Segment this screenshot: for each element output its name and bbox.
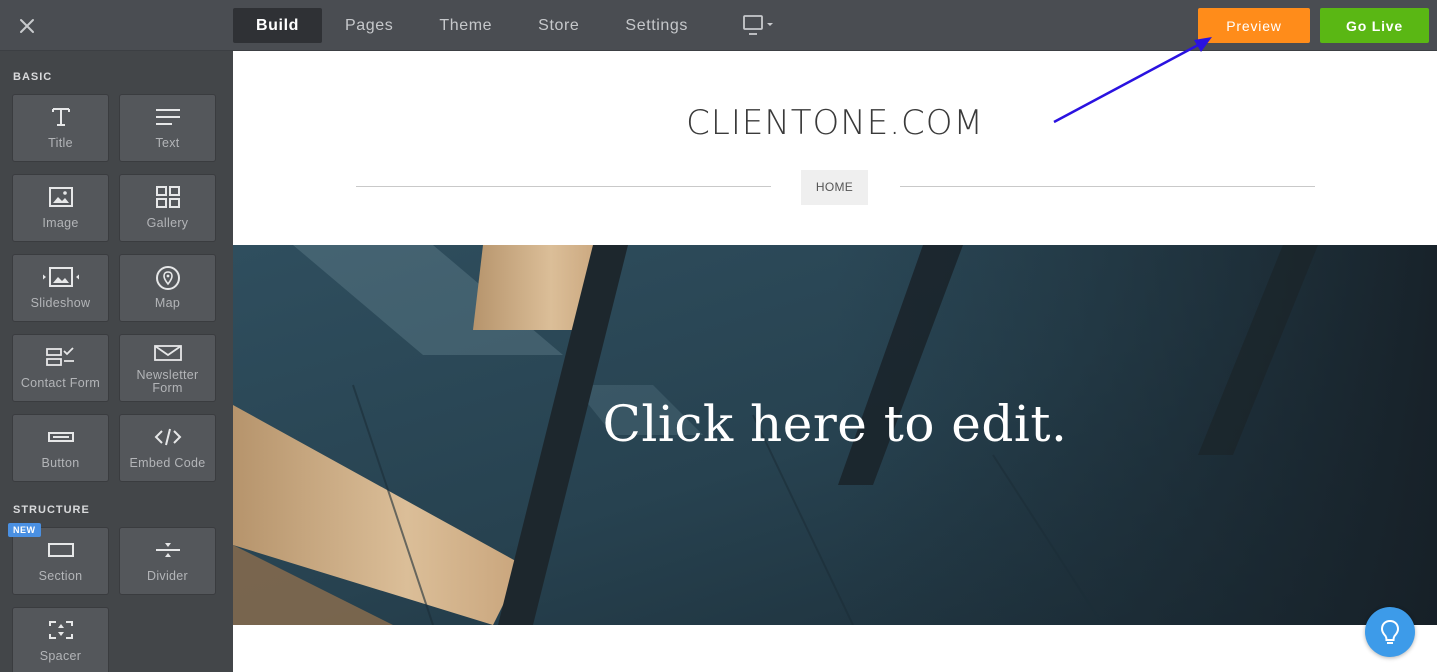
hero-banner[interactable]: Click here to edit. (233, 245, 1437, 625)
site-title[interactable]: CLIENTONE.COM (233, 103, 1437, 143)
element-map[interactable]: Map (119, 254, 216, 322)
button-icon (47, 432, 74, 442)
element-section[interactable]: Section (12, 527, 109, 595)
element-contact-form[interactable]: Contact Form (12, 334, 109, 402)
tab-settings[interactable]: Settings (602, 8, 711, 43)
element-label: Image (42, 216, 79, 230)
section-heading-basic: BASIC (13, 71, 53, 83)
element-label: Slideshow (30, 296, 91, 310)
tab-store[interactable]: Store (515, 8, 602, 43)
element-button[interactable]: Button (12, 414, 109, 482)
contact-form-icon (45, 347, 74, 366)
element-label: Gallery (146, 216, 189, 230)
element-gallery[interactable]: Gallery (119, 174, 216, 242)
tab-theme[interactable]: Theme (416, 8, 515, 43)
code-icon (154, 428, 181, 446)
element-slideshow[interactable]: Slideshow (12, 254, 109, 322)
element-label: Text (155, 136, 180, 150)
element-title[interactable]: Title (12, 94, 109, 162)
desktop-monitor-icon (743, 15, 773, 35)
lightbulb-icon (1380, 619, 1400, 644)
elements-sidebar: BASIC Title Text Image Gallery Slideshow… (0, 51, 233, 672)
envelope-icon (153, 345, 182, 361)
divider-icon (155, 543, 180, 557)
title-icon (51, 108, 70, 126)
site-canvas: CLIENTONE.COM HOME Click here to edit. (233, 51, 1437, 672)
go-live-button[interactable]: Go Live (1320, 8, 1429, 43)
gallery-grid-icon (155, 186, 180, 208)
element-label: Map (154, 296, 181, 310)
section-icon (47, 543, 74, 557)
element-label: Section (38, 569, 83, 583)
spacer-icon (48, 621, 73, 639)
text-lines-icon (155, 109, 180, 125)
element-label: Embed Code (129, 456, 206, 470)
close-editor-button[interactable] (14, 13, 40, 39)
element-divider[interactable]: Divider (119, 527, 216, 595)
element-text[interactable]: Text (119, 94, 216, 162)
element-label: Contact Form (20, 376, 101, 390)
slideshow-icon (42, 267, 79, 287)
element-label: Title (48, 136, 73, 150)
element-newsletter-form[interactable]: Newsletter Form (119, 334, 216, 402)
help-button[interactable] (1365, 607, 1415, 657)
tab-pages[interactable]: Pages (322, 8, 416, 43)
element-label: Button (41, 456, 80, 470)
nav-home-link[interactable]: HOME (801, 170, 868, 205)
element-label: Spacer (39, 649, 82, 663)
hero-heading[interactable]: Click here to edit. (233, 395, 1437, 453)
editor-tabs: Build Pages Theme Store Settings (233, 8, 711, 43)
image-icon (48, 187, 73, 207)
tab-build[interactable]: Build (233, 8, 322, 43)
element-embed-code[interactable]: Embed Code (119, 414, 216, 482)
editor-toolbar: Build Pages Theme Store Settings Preview… (0, 0, 1437, 51)
new-badge: NEW (8, 523, 41, 537)
element-label: Divider (147, 569, 188, 583)
element-spacer[interactable]: Spacer (12, 607, 109, 672)
section-heading-structure: STRUCTURE (13, 504, 90, 516)
nav-divider-left (356, 186, 771, 187)
close-icon (20, 19, 34, 33)
nav-divider-right (900, 186, 1315, 187)
map-pin-icon (155, 266, 180, 290)
element-image[interactable]: Image (12, 174, 109, 242)
device-preview-dropdown[interactable] (741, 13, 777, 39)
element-label: Newsletter Form (136, 368, 199, 395)
preview-button[interactable]: Preview (1198, 8, 1310, 43)
